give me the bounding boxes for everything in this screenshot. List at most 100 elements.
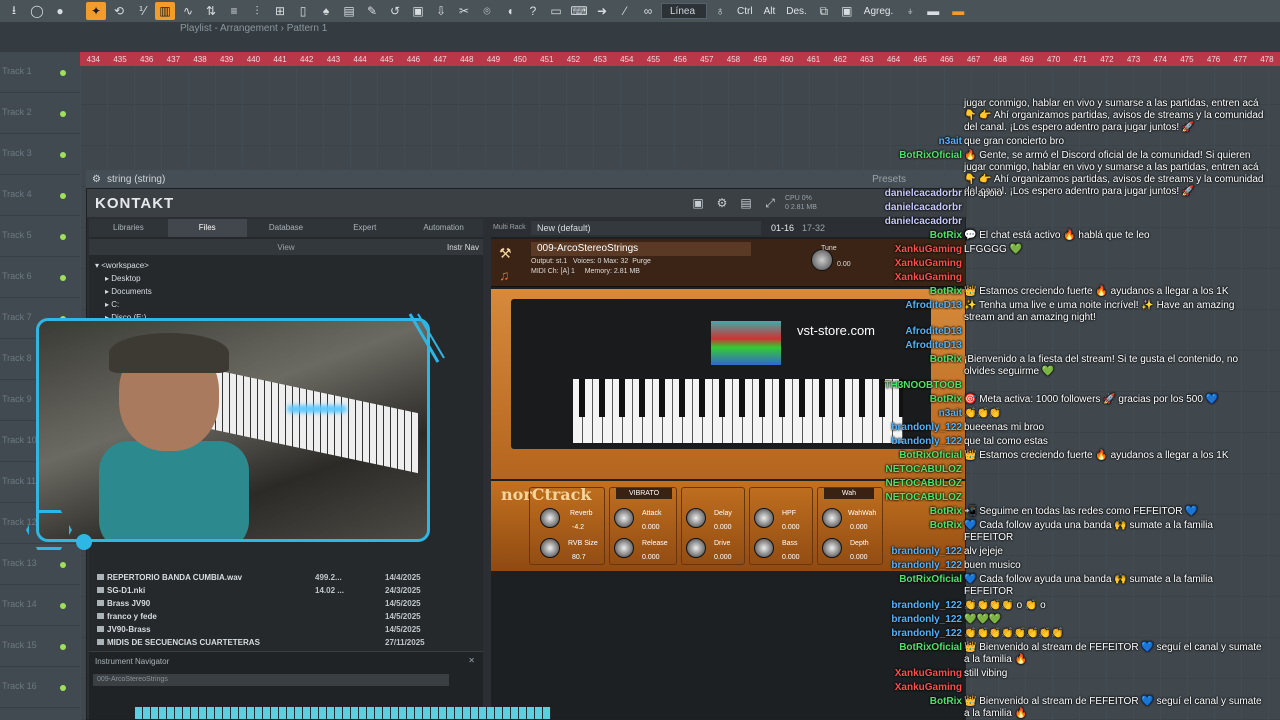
loop-icon[interactable]: ⟲: [109, 2, 129, 20]
speaker-icon[interactable]: ◖: [500, 2, 520, 20]
channel-rack-icon[interactable]: ⊞: [270, 2, 290, 20]
chat-username[interactable]: BotRix: [868, 286, 962, 298]
chat-username[interactable]: BotRix: [868, 696, 962, 708]
track-enable-dot[interactable]: [60, 562, 66, 569]
chat-username[interactable]: XankuGaming: [868, 682, 962, 694]
paste-icon[interactable]: ▣: [837, 2, 857, 20]
midi-label[interactable]: MIDI Ch: [A] 1: [531, 268, 575, 275]
chat-username[interactable]: NETOCABULOZ: [868, 478, 962, 490]
metronome-icon[interactable]: ●: [50, 2, 70, 20]
delay-knob[interactable]: [686, 508, 706, 528]
wave-icon[interactable]: ∿: [178, 2, 198, 20]
chat-username[interactable]: BotRixOficial: [868, 150, 962, 162]
navigator-item[interactable]: 009-ArcoStereoStrings: [93, 674, 449, 686]
cut-icon[interactable]: ✂: [454, 2, 474, 20]
resize-icon[interactable]: ⤢: [761, 194, 779, 212]
close-icon[interactable]: ✕: [468, 656, 475, 665]
release-knob[interactable]: [614, 538, 634, 558]
wrench-icon[interactable]: ⚒: [499, 245, 512, 262]
track-header[interactable]: Track 14: [0, 585, 80, 626]
reverb-knob[interactable]: [540, 508, 560, 528]
file-row[interactable]: franco y fede 14/5/2025: [95, 610, 475, 623]
chat-username[interactable]: n3ait: [868, 136, 962, 148]
tab-automation[interactable]: Automation: [404, 219, 483, 237]
marker-icon[interactable]: ⇩: [431, 2, 451, 20]
chat-username[interactable]: NETOCABULOZ: [868, 492, 962, 504]
pin-icon[interactable]: ⍖: [900, 2, 920, 20]
chat-username[interactable]: BotRix: [868, 354, 962, 366]
copy-icon[interactable]: ⧉: [814, 2, 834, 20]
undo-icon[interactable]: ↺: [385, 2, 405, 20]
track-enable-dot[interactable]: [60, 685, 66, 692]
track-header[interactable]: Track 2: [0, 93, 80, 134]
chat-username[interactable]: BotRix: [868, 506, 962, 518]
blend-icon[interactable]: ⇅: [201, 2, 221, 20]
chat-username[interactable]: XankuGaming: [868, 272, 962, 284]
chat-username[interactable]: danielcacadorbr: [868, 188, 962, 200]
instrument-name[interactable]: 009-ArcoStereoStrings: [531, 242, 751, 256]
chat-username[interactable]: brandonly_122: [868, 546, 962, 558]
range-tab-2[interactable]: 17-32: [802, 223, 825, 233]
track-header[interactable]: Track 5: [0, 216, 80, 257]
toggle-icon[interactable]: ▬: [946, 2, 970, 20]
track-enable-dot[interactable]: [60, 111, 66, 118]
wahwah-knob[interactable]: [822, 508, 842, 528]
track-header[interactable]: Track 3: [0, 134, 80, 175]
depth-knob[interactable]: [822, 538, 842, 558]
hpf-knob[interactable]: [754, 508, 774, 528]
chat-username[interactable]: AfroditeD13: [868, 326, 962, 338]
track-enable-dot[interactable]: [60, 275, 66, 282]
tablet-icon[interactable]: ▭: [546, 2, 566, 20]
chat-username[interactable]: BotRixOficial: [868, 642, 962, 654]
track-header[interactable]: Track 1: [0, 52, 80, 93]
tab-expert[interactable]: Expert: [325, 219, 404, 237]
brush-icon[interactable]: ⁄: [615, 2, 635, 20]
chat-username[interactable]: BotRix: [868, 394, 962, 406]
chat-username[interactable]: XankuGaming: [868, 258, 962, 270]
timeline-ruler[interactable]: 434 435 436 437 438 439 440 441 442 443 444 445 446 4…: [80, 52, 1280, 66]
arrow-right-icon[interactable]: ➜: [592, 2, 612, 20]
file-row[interactable]: REPERTORIO BANDA CUMBIA.wav 499.2... 14/4/…: [95, 571, 475, 584]
save-icon[interactable]: ▣: [408, 2, 428, 20]
ctrl-label[interactable]: Ctrl: [733, 2, 757, 20]
track-header[interactable]: Track 15: [0, 626, 80, 667]
track-header[interactable]: Track 4: [0, 175, 80, 216]
multi-preset-select[interactable]: New (default): [531, 221, 761, 235]
track-enable-dot[interactable]: [60, 234, 66, 241]
track-header[interactable]: Track 16: [0, 667, 80, 708]
chat-username[interactable]: brandonly_122: [868, 560, 962, 572]
alt-label[interactable]: Alt: [760, 2, 780, 20]
chat-username[interactable]: NETOCABULOZ: [868, 464, 962, 476]
chat-username[interactable]: brandonly_122: [868, 422, 962, 434]
track-header[interactable]: Track 6: [0, 257, 80, 298]
deselect-label[interactable]: Des.: [782, 2, 811, 20]
save-icon[interactable]: ▣: [689, 194, 707, 212]
pencil-icon[interactable]: ✎: [362, 2, 382, 20]
record-icon[interactable]: ◯: [27, 2, 47, 20]
drive-knob[interactable]: [686, 538, 706, 558]
chat-username[interactable]: danielcacadorbr: [868, 216, 962, 228]
track-enable-dot[interactable]: [60, 193, 66, 200]
chat-username[interactable]: brandonly_122: [868, 614, 962, 626]
file-row[interactable]: MIDIS DE SECUENCIAS CUARTETERAS 27/11/202…: [95, 636, 475, 649]
plugin-wrapper-bar[interactable]: ⚙ string (string) Presets: [86, 170, 966, 188]
chat-username[interactable]: BotRixOficial: [868, 450, 962, 462]
chat-username[interactable]: n3ait: [868, 408, 962, 420]
mic-icon[interactable]: ⌾: [477, 2, 497, 20]
snap-icon[interactable]: ✦: [86, 2, 106, 20]
chat-username[interactable]: brandonly_122: [868, 628, 962, 640]
output-label[interactable]: Output: st.1: [531, 258, 567, 265]
track-enable-dot[interactable]: [60, 603, 66, 610]
bell-icon[interactable]: ♁: [710, 2, 730, 20]
rvb-size-knob[interactable]: [540, 538, 560, 558]
bass-knob[interactable]: [754, 538, 774, 558]
delete-icon[interactable]: ▬: [923, 2, 943, 20]
list-icon[interactable]: ≡: [224, 2, 244, 20]
chat-username[interactable]: TH3NOOBTOOB: [868, 380, 962, 392]
purge-button[interactable]: Purge: [632, 258, 651, 265]
chat-username[interactable]: BotRixOficial: [868, 574, 962, 586]
tree-item[interactable]: ▾ <workspace>: [95, 259, 475, 272]
tab-libraries[interactable]: Libraries: [89, 219, 168, 237]
file-icon[interactable]: ▯: [293, 2, 313, 20]
file-row[interactable]: SG-D1.nki 14.02 ... 24/3/2025: [95, 584, 475, 597]
